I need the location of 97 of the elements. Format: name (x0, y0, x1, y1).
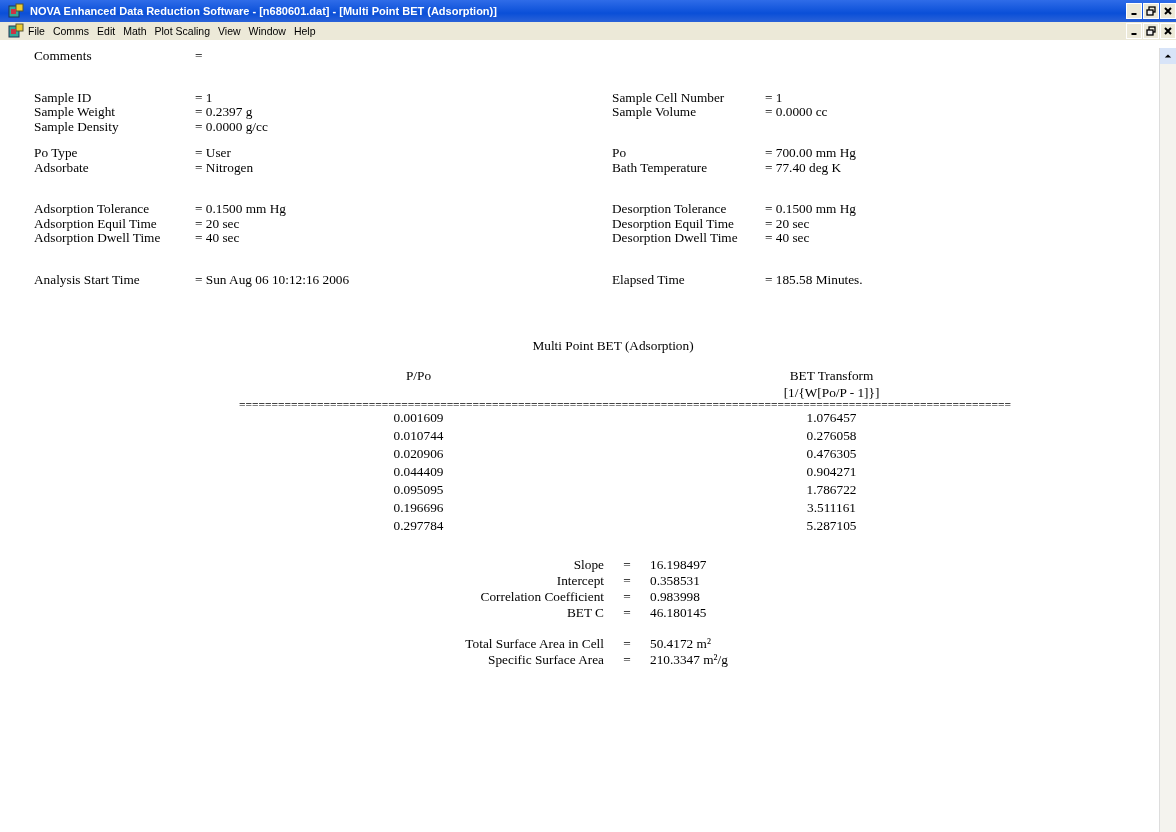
close-button[interactable] (1160, 3, 1176, 19)
table-cell: 0.001609 (393, 408, 444, 427)
equals-sign: = (622, 556, 632, 573)
statistic-label: Total Surface Area in Cell (464, 635, 604, 652)
parameter-value: = 185.58 Minutes. (765, 272, 864, 287)
equals-sign: = (622, 588, 632, 605)
parameter-value: = 77.40 deg K (765, 160, 842, 175)
statistic-value: 0.358531 (650, 572, 701, 589)
parameter-label: Comments (34, 49, 93, 64)
parameter-label: Desorption Equil Time (612, 216, 735, 231)
parameter-label: Adsorption Equil Time (34, 216, 158, 231)
menu-item[interactable]: Window (244, 25, 290, 37)
parameter-value: = User (195, 146, 232, 161)
minimize-icon (1131, 33, 1137, 35)
menu-item[interactable]: Plot Scaling (150, 25, 214, 37)
parameter-label: Sample Density (34, 119, 120, 134)
statistic-label: Intercept (555, 572, 604, 589)
table-cell: 0.476305 (806, 444, 857, 463)
scroll-up-button[interactable] (1160, 48, 1176, 64)
table-cell: 0.276058 (806, 426, 857, 445)
parameter-value: = Sun Aug 06 10:12:16 2006 (195, 272, 351, 287)
parameter-label: Po Type (34, 146, 79, 161)
statistic-value: 210.3347 m²/g (650, 651, 729, 668)
parameter-value: = 0.2397 g (195, 105, 254, 120)
parameter-label: Bath Temperature (612, 160, 709, 175)
parameter-label: Sample Volume (612, 105, 698, 120)
table-cell: 0.904271 (806, 462, 857, 481)
parameter-label: Sample Weight (34, 105, 117, 120)
table-cell: 1.076457 (806, 408, 857, 427)
parameter-label: Elapsed Time (612, 272, 686, 287)
menu-item[interactable]: File (24, 25, 49, 37)
close-button[interactable] (1160, 23, 1176, 39)
parameter-value: = (195, 49, 204, 64)
minimize-button[interactable] (1126, 3, 1142, 19)
parameter-value: = 0.0000 cc (765, 105, 829, 120)
up-arrow-icon (1164, 52, 1172, 60)
menu-item[interactable]: Edit (93, 25, 120, 37)
statistic-label: Slope (572, 556, 604, 573)
parameter-label: Adsorbate (34, 160, 90, 175)
parameter-value: = 0.0000 g/cc (195, 119, 269, 134)
column-heading: P/Po (405, 366, 432, 384)
table-cell: 0.196696 (393, 498, 444, 517)
parameter-value: = 40 sec (765, 231, 811, 246)
table-cell: 0.020906 (393, 444, 444, 463)
close-icon (1163, 6, 1173, 16)
parameter-value: = 0.1500 mm Hg (195, 202, 287, 217)
parameter-value: = Nitrogen (195, 160, 255, 175)
table-cell: 0.010744 (393, 426, 444, 445)
menu-item[interactable]: Math (119, 25, 151, 37)
statistic-value: 50.4172 m² (650, 635, 712, 652)
menu-item[interactable]: View (214, 25, 245, 37)
menu-item[interactable]: Comms (48, 25, 94, 37)
parameter-value: = 1 (195, 90, 214, 105)
equals-sign: = (622, 572, 632, 589)
parameter-value: = 40 sec (195, 231, 241, 246)
parameter-value: = 20 sec (195, 216, 241, 231)
table-cell: 0.095095 (393, 480, 444, 499)
statistic-value: 16.198497 (650, 556, 708, 573)
table-cell: 0.297784 (393, 516, 444, 535)
column-heading: BET Transform (789, 366, 874, 384)
statistic-label: Correlation Coefficient (479, 588, 604, 605)
equals-sign: = (622, 635, 632, 652)
separator-line: ======================================================================================================================= (239, 398, 1011, 411)
table-cell: 0.044409 (393, 462, 444, 481)
app-icon (8, 3, 24, 19)
parameter-label: Adsorption Dwell Time (34, 231, 162, 246)
document-icon (8, 23, 24, 39)
report-title: Multi Point BET (Adsorption) (532, 338, 694, 353)
statistic-label: BET C (565, 604, 604, 621)
close-icon (1163, 26, 1173, 36)
minimize-icon (1131, 13, 1137, 15)
scrollbar[interactable] (1159, 48, 1176, 832)
parameter-value: = 1 (765, 90, 784, 105)
table-cell: 3.511161 (807, 498, 856, 517)
parameter-value: = 700.00 mm Hg (765, 146, 857, 161)
table-cell: 1.786722 (806, 480, 857, 499)
equals-sign: = (622, 651, 632, 668)
statistic-label: Specific Surface Area (487, 651, 604, 668)
window-title: NOVA Enhanced Data Reduction Software - [n680601.dat] - [Multi Point BET (Adsorption)] (30, 5, 498, 17)
table-cell: 5.287105 (806, 516, 857, 535)
equals-sign: = (622, 604, 632, 621)
parameter-value: = 20 sec (765, 216, 811, 231)
minimize-button[interactable] (1126, 23, 1142, 39)
column-subheading: [1/{W[Po/P - 1]}] (783, 383, 880, 401)
parameter-label: Desorption Dwell Time (612, 231, 739, 246)
statistic-value: 0.983998 (650, 588, 701, 605)
parameter-label: Analysis Start Time (34, 272, 141, 287)
statistic-value: 46.180145 (650, 604, 708, 621)
restore-button[interactable] (1143, 3, 1159, 19)
parameter-label: Po (612, 146, 628, 161)
parameter-label: Sample ID (34, 90, 93, 105)
restore-button[interactable] (1143, 23, 1159, 39)
menu-item[interactable]: Help (289, 25, 320, 37)
parameter-label: Sample Cell Number (612, 90, 726, 105)
parameter-label: Desorption Tolerance (612, 202, 728, 217)
parameter-label: Adsorption Tolerance (34, 202, 151, 217)
parameter-value: = 0.1500 mm Hg (765, 202, 857, 217)
